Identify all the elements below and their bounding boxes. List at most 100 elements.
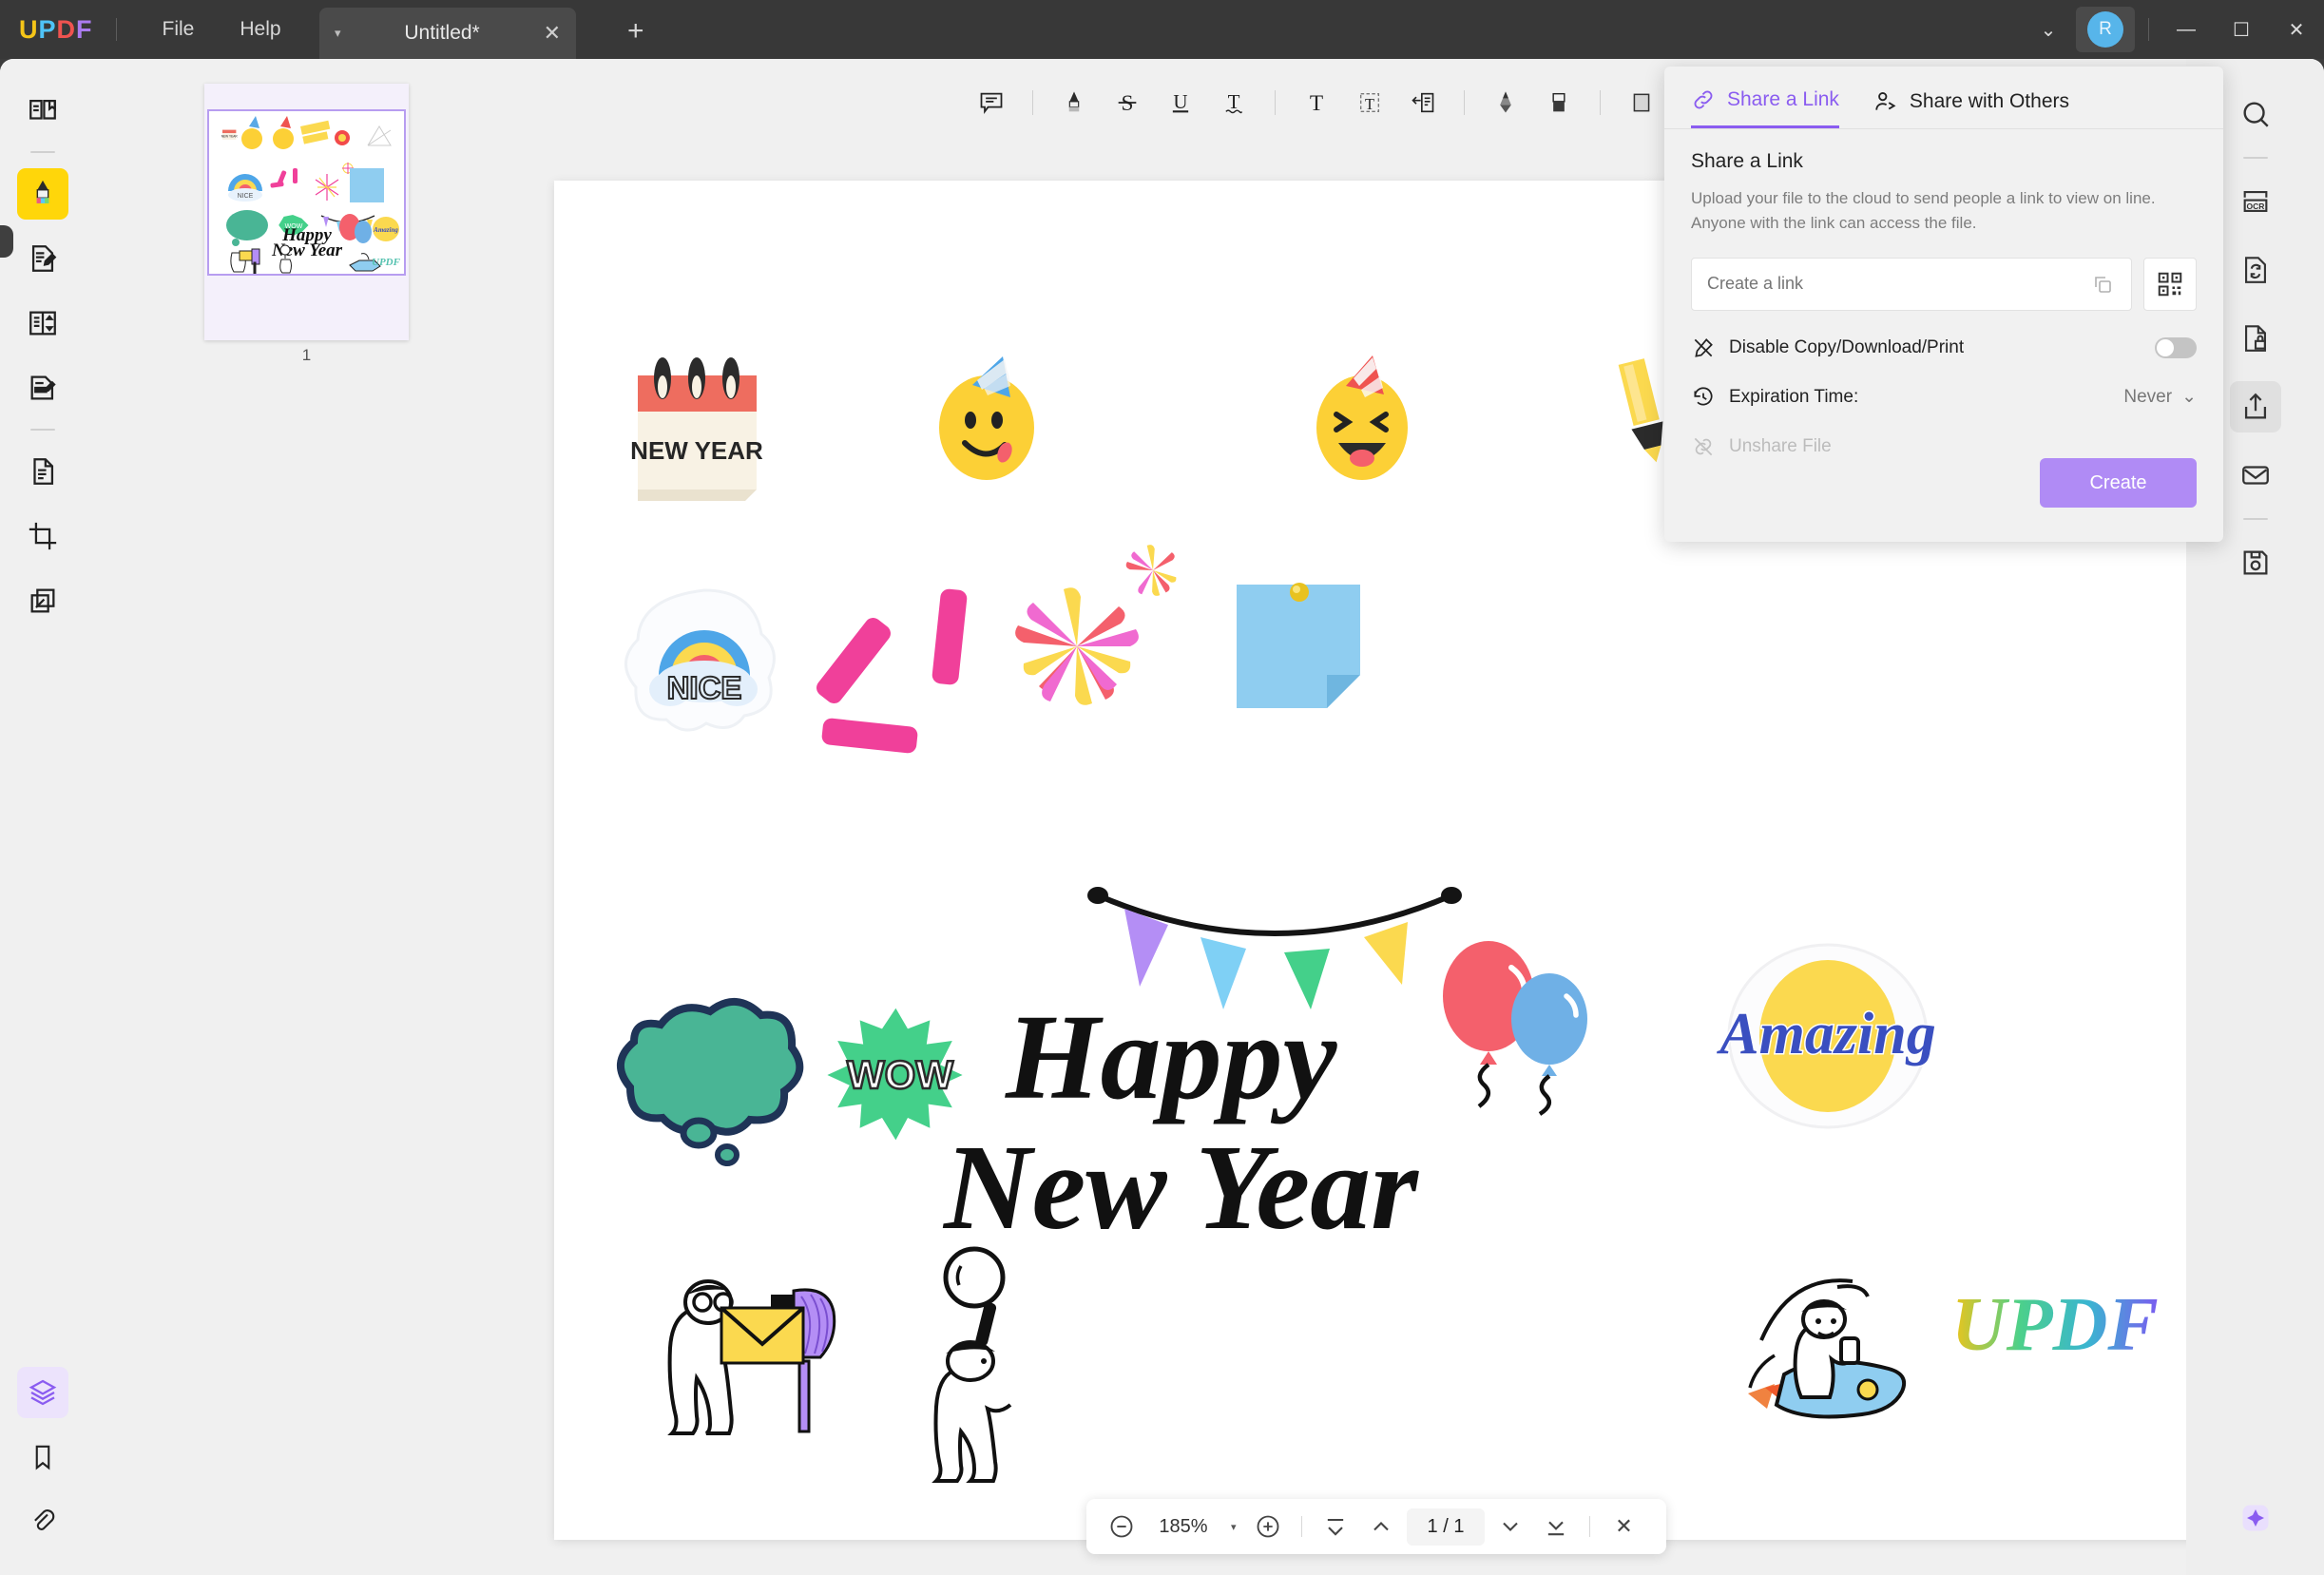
- tool-pencil[interactable]: [1482, 79, 1529, 126]
- form-fill-icon: [27, 372, 59, 404]
- disable-copy-icon: [1691, 336, 1716, 360]
- zoom-dropdown-caret[interactable]: ▾: [1225, 1521, 1242, 1533]
- text-box-icon: T: [1303, 89, 1330, 116]
- person-share-icon: [1873, 89, 1898, 114]
- tab-share-a-link[interactable]: Share a Link: [1691, 87, 1839, 128]
- email-icon: [2239, 459, 2272, 491]
- right-item-ocr[interactable]: OCR: [2230, 176, 2281, 227]
- edit-pdf-icon: [27, 242, 59, 275]
- tool-shape[interactable]: [1618, 79, 1665, 126]
- share-link-input-wrap[interactable]: [1691, 258, 2132, 311]
- new-tab-button[interactable]: +: [627, 17, 644, 46]
- zoom-level: 185%: [1147, 1516, 1220, 1538]
- tool-text[interactable]: T: [1293, 79, 1340, 126]
- page-thumbnail[interactable]: NEW YEAR NICE: [204, 84, 409, 340]
- updf-rainbow-sticker: UPDF: [1951, 1283, 2159, 1367]
- share-description: Upload your file to the cloud to send pe…: [1691, 186, 2197, 237]
- copy-icon: [2091, 273, 2114, 296]
- avatar-button[interactable]: R: [2076, 7, 2135, 52]
- qr-code-button[interactable]: [2143, 258, 2197, 311]
- tool-highlight[interactable]: [1050, 79, 1098, 126]
- next-page-icon: [1497, 1513, 1524, 1540]
- sidebar-item-batch[interactable]: [17, 575, 68, 626]
- tool-eraser[interactable]: [1535, 79, 1583, 126]
- sidebar-item-reader[interactable]: [17, 85, 68, 136]
- account-chevron-down-icon[interactable]: ⌄: [2021, 0, 2076, 59]
- sidebar-item-layers[interactable]: [17, 1367, 68, 1418]
- sidebar-item-comment[interactable]: [17, 168, 68, 220]
- pencil-icon: [1492, 89, 1519, 116]
- tab-share-a-link-label: Share a Link: [1727, 88, 1839, 111]
- zoom-out-button[interactable]: [1102, 1507, 1142, 1546]
- protect-icon: [2239, 322, 2272, 355]
- right-item-share[interactable]: [2230, 381, 2281, 432]
- toolbar-divider-4: [1600, 90, 1601, 115]
- tool-strikethrough[interactable]: S: [1104, 79, 1151, 126]
- document-tab[interactable]: ▾ Untitled* ✕: [319, 8, 576, 59]
- thumbnail-panel: NEW YEAR NICE: [86, 59, 523, 1575]
- tool-underline[interactable]: U: [1157, 79, 1204, 126]
- svg-text:UPDF: UPDF: [1951, 1283, 2159, 1367]
- maximize-button[interactable]: ☐: [2214, 0, 2269, 59]
- tool-sticky-note[interactable]: [968, 79, 1015, 126]
- new-year-text: New Year: [942, 1120, 1419, 1255]
- share-icon: [2239, 391, 2272, 423]
- squiggly-underline-icon: T: [1220, 89, 1247, 116]
- share-section-title: Share a Link: [1691, 150, 2197, 173]
- copy-button[interactable]: [2089, 271, 2116, 298]
- unshare-label: Unshare File: [1729, 436, 1832, 457]
- right-item-search[interactable]: [2230, 88, 2281, 140]
- updf-ai-icon: [2238, 1501, 2273, 1535]
- first-page-button[interactable]: [1316, 1507, 1355, 1546]
- bookmark-icon: [29, 1443, 57, 1471]
- minimize-button[interactable]: —: [2159, 0, 2214, 59]
- menu-help[interactable]: Help: [217, 10, 303, 48]
- sidebar-item-crop[interactable]: [17, 510, 68, 562]
- unshare-icon: [1691, 434, 1716, 459]
- last-page-button[interactable]: [1536, 1507, 1576, 1546]
- menu-file[interactable]: File: [140, 10, 218, 48]
- right-divider-1: [2243, 157, 2268, 159]
- rail-collapse-handle[interactable]: [0, 225, 13, 258]
- nice-rainbow-sticker: NICE: [625, 590, 774, 730]
- tab-title: Untitled*: [341, 22, 544, 45]
- right-item-email[interactable]: [2230, 450, 2281, 501]
- next-page-button[interactable]: [1490, 1507, 1530, 1546]
- disable-copy-toggle[interactable]: [2155, 337, 2197, 358]
- reader-mode-icon: [27, 94, 59, 126]
- right-item-save[interactable]: [2230, 537, 2281, 588]
- sidebar-item-edit-pdf[interactable]: [17, 233, 68, 284]
- window-controls: ⌄ R — ☐ ✕: [2021, 0, 2324, 59]
- sidebar-item-convert[interactable]: [17, 446, 68, 497]
- tab-share-with-others[interactable]: Share with Others: [1873, 89, 2069, 127]
- prev-page-button[interactable]: [1361, 1507, 1401, 1546]
- right-item-protect[interactable]: [2230, 313, 2281, 364]
- zoom-in-button[interactable]: [1248, 1507, 1288, 1546]
- tool-squiggly[interactable]: T: [1210, 79, 1258, 126]
- text-callout-icon: T: [1356, 89, 1383, 116]
- unshare-row: Unshare File: [1691, 434, 2197, 459]
- toolbar-divider-1: [1032, 90, 1033, 115]
- close-button[interactable]: ✕: [2269, 0, 2324, 59]
- svg-text:S: S: [1122, 91, 1134, 116]
- svg-text:NEW YEAR: NEW YEAR: [630, 436, 763, 465]
- sidebar-item-forms[interactable]: [17, 362, 68, 413]
- share-link-input[interactable]: [1707, 274, 2089, 294]
- page-indicator[interactable]: 1 / 1: [1407, 1508, 1486, 1546]
- page-navigation-bar: 185% ▾ 1 / 1 ✕: [1086, 1499, 1666, 1554]
- rail-divider-2: [30, 429, 55, 431]
- svg-text:NEW YEAR: NEW YEAR: [221, 135, 239, 139]
- close-navbar-button[interactable]: ✕: [1604, 1507, 1643, 1546]
- sidebar-item-attachments[interactable]: [17, 1496, 68, 1547]
- right-item-updf-ai[interactable]: [2230, 1492, 2281, 1544]
- svg-text:NICE: NICE: [667, 670, 742, 705]
- rail-divider-1: [30, 151, 55, 153]
- tool-text-box[interactable]: T: [1346, 79, 1393, 126]
- expiration-select[interactable]: Never ⌄: [2123, 386, 2197, 408]
- right-item-convert[interactable]: [2230, 244, 2281, 296]
- create-button[interactable]: Create: [2040, 458, 2197, 508]
- sidebar-item-bookmarks[interactable]: [17, 1431, 68, 1483]
- tab-close-icon[interactable]: ✕: [544, 21, 561, 46]
- sidebar-item-organize-pages[interactable]: [17, 298, 68, 349]
- tool-callout[interactable]: [1399, 79, 1447, 126]
